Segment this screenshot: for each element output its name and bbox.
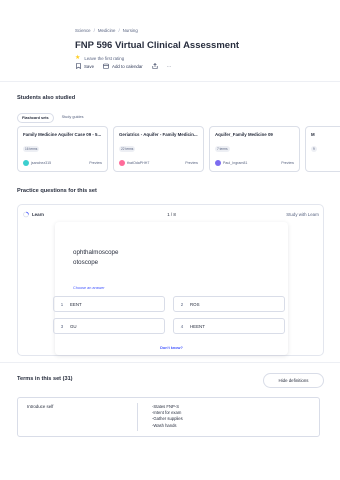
author-name: thatOdaPHH7 xyxy=(127,161,150,165)
breadcrumb-separator: / xyxy=(93,28,95,33)
answer-option[interactable]: 3 GU xyxy=(53,318,165,334)
share-icon xyxy=(152,63,158,69)
definition-line: -Wash hands xyxy=(152,422,177,428)
breadcrumb-science[interactable]: Science xyxy=(75,28,91,33)
add-calendar-label: Add to calendar xyxy=(112,63,143,69)
card-terms-badge: 22 terms xyxy=(119,146,136,152)
set-actions: Save Add to calendar ··· xyxy=(75,63,171,69)
definition-text: -States FNP-S -Intent for exam -Gather s… xyxy=(152,404,183,429)
card-title: Family Medicine Aquifer Case 09 - 5... xyxy=(23,132,102,137)
practice-panel: Learn 1 / 8 Study with Learn ophthalmosc… xyxy=(17,204,324,356)
author-name: jsanchez315 xyxy=(31,161,52,165)
question-counter: 1 / 8 xyxy=(167,211,176,217)
preview-button[interactable]: Preview xyxy=(281,161,294,165)
card-terms-badge: 9 xyxy=(311,146,317,152)
card-terms-badge: 7 terms xyxy=(215,146,230,152)
rating-text[interactable]: Leave the first rating xyxy=(84,56,124,61)
students-also-studied-heading: Students also studied xyxy=(17,95,76,101)
term-text: Introduce self xyxy=(27,404,54,409)
divider xyxy=(0,362,340,363)
term-row: Introduce self -States FNP-S -Intent for… xyxy=(17,397,320,437)
also-studied-tabs: Flashcard sets Study guides xyxy=(17,113,88,123)
bookmark-icon xyxy=(75,63,81,69)
option-label: ROS xyxy=(190,301,200,307)
option-number: 1 xyxy=(60,301,64,307)
study-with-learn-link[interactable]: Study with Learn xyxy=(286,212,319,217)
tab-flashcard-sets[interactable]: Flashcard sets xyxy=(17,113,54,123)
divider xyxy=(137,403,138,431)
flashcard-set-card[interactable]: Family Medicine Aquifer Case 09 - 5... 1… xyxy=(17,126,108,172)
answer-option[interactable]: 2 ROS xyxy=(173,296,285,312)
choose-answer-label: Choose an answer xyxy=(73,286,105,290)
divider xyxy=(0,81,340,82)
option-label: EENT xyxy=(70,301,82,307)
option-number: 2 xyxy=(180,301,184,307)
prompt-line: otoscope xyxy=(73,259,99,266)
breadcrumb: Science / Medicine / Nursing xyxy=(75,28,138,33)
option-label: HEENT xyxy=(190,323,205,329)
breadcrumb-separator: / xyxy=(118,28,120,33)
card-author: thatOdaPHH7 xyxy=(119,160,149,166)
avatar xyxy=(23,160,29,166)
option-number: 3 xyxy=(60,323,64,329)
share-button[interactable] xyxy=(152,63,158,69)
avatar xyxy=(215,160,221,166)
hide-definitions-button[interactable]: Hide definitions xyxy=(263,373,324,388)
dont-know-button[interactable]: Don't know? xyxy=(55,346,288,350)
question-prompt: ophthalmoscope otoscope xyxy=(73,248,118,268)
card-title: Aquifer_Family Medicine 09 xyxy=(215,132,273,137)
card-author: jsanchez315 xyxy=(23,160,51,166)
save-label: Save xyxy=(84,63,95,69)
breadcrumb-nursing[interactable]: Nursing xyxy=(123,28,138,33)
terms-heading: Terms in this set (31) xyxy=(17,376,73,382)
page-title: FNP 596 Virtual Clinical Assessment xyxy=(75,40,240,51)
option-number: 4 xyxy=(180,323,184,329)
rating-row[interactable]: ★ Leave the first rating xyxy=(75,55,124,61)
answer-option[interactable]: 4 HEENT xyxy=(173,318,285,334)
preview-button[interactable]: Preview xyxy=(185,161,198,165)
question-card: ophthalmoscope otoscope Choose an answer… xyxy=(53,222,288,355)
more-options-button[interactable]: ··· xyxy=(167,64,171,69)
definition-line: -Gather supplies xyxy=(152,416,183,422)
prompt-line: ophthalmoscope xyxy=(73,249,119,256)
preview-button[interactable]: Preview xyxy=(89,161,102,165)
add-calendar-button[interactable]: Add to calendar xyxy=(103,63,143,69)
practice-questions-heading: Practice questions for this set xyxy=(17,188,97,194)
tab-study-guides[interactable]: Study guides xyxy=(58,113,88,123)
card-title: M xyxy=(311,132,315,137)
flashcard-set-card[interactable]: Aquifer_Family Medicine 09 7 terms Paul_… xyxy=(209,126,300,172)
also-studied-cards: Family Medicine Aquifer Case 09 - 5... 1… xyxy=(17,126,340,176)
save-button[interactable]: Save xyxy=(75,63,94,69)
calendar-icon xyxy=(103,63,109,69)
author-name: Paul_Ingram81 xyxy=(223,161,248,165)
star-icon: ★ xyxy=(75,55,81,61)
avatar xyxy=(119,160,125,166)
option-label: GU xyxy=(70,323,77,329)
breadcrumb-medicine[interactable]: Medicine xyxy=(98,28,116,33)
card-title: Geriatrics - Aquifer - Family Medicin... xyxy=(119,132,198,137)
flashcard-set-card[interactable]: Geriatrics - Aquifer - Family Medicin...… xyxy=(113,126,204,172)
card-terms-badge: 16 terms xyxy=(23,146,40,152)
answer-option[interactable]: 1 EENT xyxy=(53,296,165,312)
flashcard-set-card[interactable]: M 9 xyxy=(305,126,340,172)
card-author: Paul_Ingram81 xyxy=(215,160,247,166)
